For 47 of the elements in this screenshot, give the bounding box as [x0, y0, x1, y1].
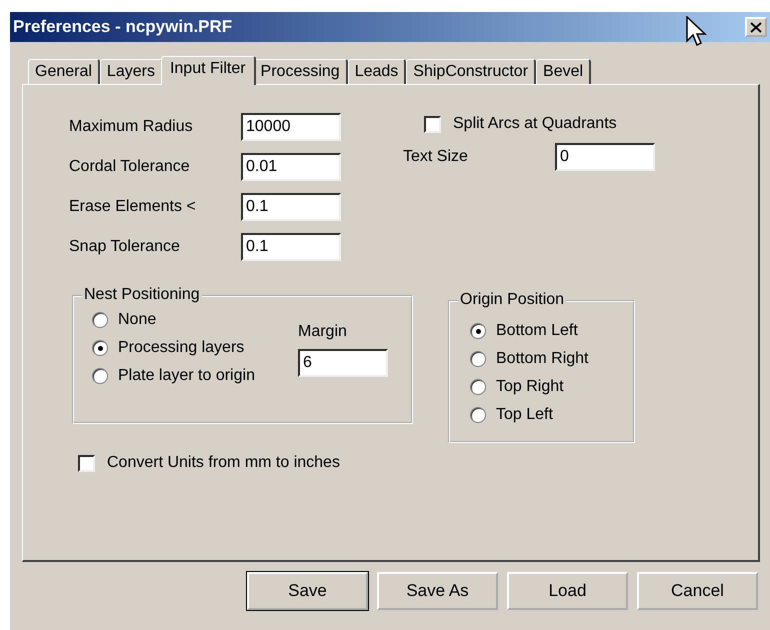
tab[interactable]: Bevel: [536, 59, 592, 84]
checkbox-label: Convert Units from mm to inches: [107, 454, 340, 472]
input-field[interactable]: 0.1: [241, 193, 341, 221]
tab[interactable]: Layers: [100, 59, 163, 84]
radio-label: Top Left: [496, 406, 553, 424]
radio-label: Bottom Left: [496, 322, 578, 340]
input-field[interactable]: 0.1: [241, 233, 341, 261]
mouse-pointer-icon: [686, 16, 708, 48]
tab[interactable]: Input Filter: [160, 56, 256, 85]
radio-button[interactable]: [470, 379, 486, 395]
checkbox-label: Split Arcs at Quadrants: [453, 115, 617, 133]
field-label: Snap Tolerance: [69, 238, 181, 256]
group-title: Nest Positioning: [82, 286, 202, 304]
radio-button[interactable]: [92, 368, 108, 384]
group-title: Origin Position: [458, 291, 566, 309]
input-field[interactable]: 0.01: [241, 153, 341, 181]
field-label: Cordal Tolerance: [69, 158, 191, 176]
button[interactable]: Save As: [377, 572, 498, 610]
radio-label: Top Right: [496, 378, 564, 396]
tab[interactable]: Leads: [348, 59, 406, 84]
tab[interactable]: General: [28, 59, 100, 84]
radio-label: Plate layer to origin: [118, 367, 255, 385]
input-field[interactable]: 6: [298, 349, 388, 377]
checkbox[interactable]: [424, 116, 441, 132]
tab[interactable]: Processing: [254, 59, 348, 84]
radio-button[interactable]: [470, 351, 486, 367]
field-label: Erase Elements <: [69, 198, 197, 216]
tab[interactable]: ShipConstructor: [406, 59, 536, 84]
close-icon: [750, 22, 762, 32]
input-field[interactable]: 0: [555, 143, 655, 171]
input-field[interactable]: 10000: [241, 113, 341, 141]
radio-label: Processing layers: [118, 339, 244, 357]
radio-button[interactable]: [92, 312, 108, 328]
radio-button[interactable]: [470, 323, 486, 339]
field-label: Margin: [298, 323, 348, 341]
radio-button[interactable]: [470, 407, 486, 423]
field-label: Text Size: [403, 148, 469, 166]
radio-button[interactable]: [92, 340, 108, 356]
button[interactable]: Save: [247, 572, 368, 610]
radio-label: Bottom Right: [496, 350, 588, 368]
field-label: Maximum Radius: [69, 118, 194, 136]
close-button[interactable]: [745, 17, 767, 37]
button[interactable]: Load: [507, 572, 628, 610]
window-title: Preferences - ncpywin.PRF: [13, 17, 232, 37]
checkbox[interactable]: [78, 454, 95, 472]
button[interactable]: Cancel: [637, 572, 758, 610]
radio-label: None: [118, 311, 156, 329]
